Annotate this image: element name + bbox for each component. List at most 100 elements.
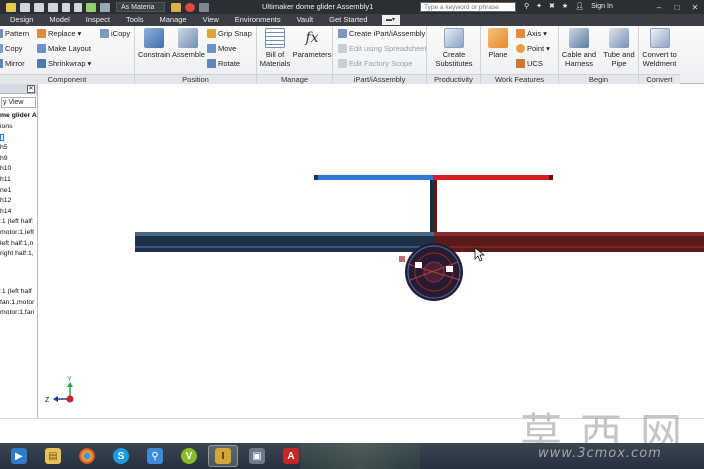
convert-panel-label[interactable]: Convert	[639, 74, 680, 84]
material-icon[interactable]	[171, 2, 182, 12]
app-menu-icon[interactable]	[6, 2, 16, 12]
tree-item[interactable]: fan:1,motor	[0, 298, 37, 309]
move-button[interactable]: Move	[207, 44, 236, 53]
make-layout-button[interactable]: Make Layout	[37, 44, 91, 53]
grip-snap-button[interactable]: Grip Snap	[207, 29, 252, 38]
point-icon	[516, 44, 525, 53]
tree-item[interactable]	[0, 260, 37, 271]
begin-panel-label[interactable]: Begin	[559, 74, 638, 84]
bill-of-materials-button[interactable]: Bill of Materials	[258, 28, 292, 68]
tree-item[interactable]: motor:1,left	[0, 228, 37, 239]
save-icon[interactable]	[48, 2, 58, 12]
tree-item[interactable]: right half:1,	[0, 249, 37, 260]
pattern-icon	[0, 29, 3, 38]
browser-view-dropdown[interactable]: y View	[1, 97, 36, 108]
model-canvas[interactable]: Y Z	[38, 84, 704, 418]
replace-button[interactable]: Replace ▾	[37, 29, 81, 38]
rotate-button[interactable]: Rotate	[207, 59, 240, 68]
favorites-icon[interactable]: ★	[562, 2, 568, 10]
explorer-icon: ▤	[45, 448, 61, 464]
tree-item[interactable]: :1 (left half	[0, 287, 37, 298]
tree-item[interactable]: h10	[0, 164, 37, 175]
binoculars-icon[interactable]: ⚲	[524, 2, 529, 10]
tree-item[interactable]: h9	[0, 154, 37, 165]
graphics-viewport[interactable]: Y Z	[38, 84, 704, 418]
assemble-button[interactable]: Assemble	[172, 28, 205, 59]
tab-design[interactable]: Design	[0, 14, 41, 26]
undo-icon[interactable]	[62, 2, 70, 12]
tree-item[interactable]: :1 (left half:	[0, 217, 37, 228]
tab-model[interactable]: Model	[41, 14, 77, 26]
appearance-dropdown[interactable]: As Materia	[116, 2, 166, 12]
taskbar-chrome[interactable]	[72, 445, 102, 467]
axis-button[interactable]: Axis ▾	[516, 29, 547, 38]
help-search-input[interactable]: Type a keyword or phrase	[420, 2, 516, 12]
sign-in-link[interactable]: Sign In	[591, 3, 613, 10]
tree-item-relationships[interactable]: ions	[0, 122, 37, 133]
tab-inspect[interactable]: Inspect	[78, 14, 118, 26]
ribbon-toggle-icon[interactable]: ▬▾	[381, 15, 400, 25]
lower-bar-left-edge	[135, 246, 434, 248]
clip-left	[415, 262, 422, 268]
new-icon[interactable]	[20, 2, 30, 12]
tree-item[interactable]: motor:1,fan	[0, 308, 37, 319]
maximize-icon[interactable]: □	[668, 0, 686, 14]
convert-to-weldment-button[interactable]: Convert to Weldment	[639, 28, 680, 68]
constrain-button[interactable]: Constrain	[137, 28, 171, 59]
top-rod-blue[interactable]	[314, 175, 433, 180]
tree-item[interactable]	[0, 270, 37, 281]
edit-spreadsheet-button[interactable]: Edit using Spreadsheet	[338, 44, 427, 53]
taskbar-vuze[interactable]: V	[174, 445, 204, 467]
quick-access-toolbar	[0, 2, 110, 12]
taskbar-image-viewer[interactable]: ▣	[242, 445, 272, 467]
tab-tools[interactable]: Tools	[118, 14, 152, 26]
icopy-button[interactable]: iCopy	[100, 29, 130, 38]
select-icon[interactable]	[100, 2, 110, 12]
pattern-button[interactable]: Pattern	[0, 29, 29, 38]
create-ipart-button[interactable]: Create iPart/iAssembly	[338, 29, 425, 38]
tab-environments[interactable]: Environments	[227, 14, 289, 26]
shrinkwrap-button[interactable]: Shrinkwrap ▾	[37, 59, 91, 68]
taskbar-inventor[interactable]: I	[208, 445, 238, 467]
tube-and-pipe-button[interactable]: Tube and Pipe	[600, 28, 638, 68]
taskbar-search[interactable]: ⚲	[140, 445, 170, 467]
tab-vault[interactable]: Vault	[289, 14, 322, 26]
mirror-button[interactable]: Mirror	[0, 59, 25, 68]
tree-item[interactable]: ne1	[0, 186, 37, 197]
tab-manage[interactable]: Manage	[152, 14, 195, 26]
top-rod-red[interactable]	[433, 175, 553, 180]
user-icon[interactable]: 👤︎	[575, 2, 584, 10]
tab-view[interactable]: View	[195, 14, 227, 26]
exchange-icon[interactable]: ✖	[549, 2, 555, 10]
ucs-button[interactable]: UCS	[516, 59, 543, 68]
tree-item[interactable]: h14	[0, 207, 37, 218]
manage-panel-label[interactable]: Manage	[257, 74, 332, 84]
tab-get-started[interactable]: Get Started	[321, 14, 375, 26]
tree-item[interactable]: h11	[0, 175, 37, 186]
copy-button[interactable]: Copy	[0, 44, 23, 53]
plane-button[interactable]: Plane	[484, 28, 512, 59]
edit-factory-scope-button[interactable]: Edit Factory Scope	[338, 59, 412, 68]
tree-item[interactable]: left half:1,n	[0, 239, 37, 250]
minimize-icon[interactable]: –	[650, 0, 668, 14]
folder-icon[interactable]	[0, 134, 4, 142]
parameters-button[interactable]: fx Parameters	[292, 28, 332, 59]
open-icon[interactable]	[34, 2, 44, 12]
taskbar-skype[interactable]: S	[106, 445, 136, 467]
subscription-icon[interactable]: ✦	[536, 2, 542, 10]
point-button[interactable]: Point ▾	[516, 44, 550, 53]
home-icon[interactable]	[86, 2, 96, 12]
color-override-icon[interactable]	[185, 2, 196, 12]
cable-and-harness-button[interactable]: Cable and Harness	[560, 28, 598, 68]
redo-icon[interactable]	[74, 2, 82, 12]
tree-item[interactable]: h5	[0, 143, 37, 154]
component-panel-label[interactable]: Component	[0, 74, 134, 84]
tree-item[interactable]: h12	[0, 196, 37, 207]
create-substitutes-button[interactable]: Create Substitutes	[431, 28, 477, 68]
taskbar-explorer[interactable]: ▤	[38, 445, 68, 467]
browser-close-icon[interactable]: ✕	[27, 85, 35, 93]
taskbar-media-player[interactable]: ▶	[4, 445, 34, 467]
more-icon[interactable]	[199, 2, 210, 12]
close-icon[interactable]: ✕	[686, 0, 704, 14]
tree-item-root[interactable]: me glider A	[0, 111, 37, 122]
